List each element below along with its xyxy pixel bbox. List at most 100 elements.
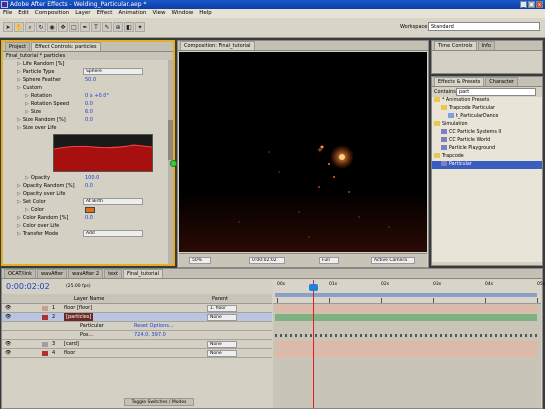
timeline-tab[interactable]: OCAT/link bbox=[4, 269, 37, 278]
expand-triangle-icon[interactable]: ▷ bbox=[17, 85, 21, 91]
pen-tool-icon[interactable]: ✒ bbox=[80, 22, 90, 32]
eye-icon[interactable]: 👁 bbox=[5, 304, 11, 312]
effect-property-value[interactable]: 0 x +0.0° bbox=[85, 92, 109, 100]
expand-triangle-icon[interactable]: ▷ bbox=[17, 125, 21, 131]
layer-label-color[interactable] bbox=[42, 351, 48, 356]
expand-triangle-icon[interactable]: ▷ bbox=[17, 223, 21, 229]
keyframe-track[interactable] bbox=[275, 334, 537, 337]
menu-composition[interactable]: Composition bbox=[35, 9, 69, 18]
close-button[interactable]: x bbox=[536, 1, 543, 8]
expand-triangle-icon[interactable]: ▷ bbox=[17, 117, 21, 123]
timeline-tab[interactable]: wavAfter 2 bbox=[68, 269, 104, 278]
timeline-tab[interactable]: wavAfter bbox=[37, 269, 68, 278]
column-layer-name[interactable]: Layer Name bbox=[74, 294, 104, 304]
zoom-select[interactable]: 50% bbox=[189, 257, 211, 264]
effect-property-row[interactable]: ▷ Set Color At Birth bbox=[3, 198, 173, 206]
effect-property-dropdown[interactable]: At Birth bbox=[83, 198, 143, 205]
menu-help[interactable]: Help bbox=[199, 9, 212, 18]
layer-name[interactable]: Particular bbox=[80, 322, 104, 330]
effect-property-value[interactable]: 0.0 bbox=[85, 116, 93, 124]
expand-triangle-icon[interactable]: ▷ bbox=[17, 77, 21, 83]
effect-property-row[interactable]: ▷ Size Random [%] 0.0 bbox=[3, 116, 173, 124]
effect-property-row[interactable]: ▷ Transfer Mode Add bbox=[3, 230, 173, 238]
effect-property-row[interactable]: ▷ Life Random [%] bbox=[3, 60, 173, 68]
effect-property-row[interactable]: ▷ Color bbox=[3, 206, 173, 214]
menu-layer[interactable]: Layer bbox=[75, 9, 90, 18]
expand-triangle-icon[interactable]: ▷ bbox=[17, 231, 21, 237]
tab-project[interactable]: Project bbox=[5, 42, 31, 51]
effect-property-dropdown[interactable]: Sphere bbox=[83, 68, 143, 75]
time-display[interactable]: 0:00:02:02 bbox=[249, 257, 285, 264]
tab-time-controls[interactable]: Time Controls bbox=[434, 41, 477, 50]
effect-property-value[interactable]: 100.0 bbox=[85, 174, 99, 182]
menu-view[interactable]: View bbox=[152, 9, 165, 18]
expand-triangle-icon[interactable]: ▷ bbox=[25, 109, 29, 115]
effect-property-row[interactable]: ▷ Rotation Speed 0.0 bbox=[3, 100, 173, 108]
layer-label-color[interactable] bbox=[42, 342, 48, 347]
expand-triangle-icon[interactable]: ▷ bbox=[17, 183, 21, 189]
effects-tree-item[interactable]: Particular bbox=[432, 161, 542, 169]
effect-property-row[interactable]: ▷ Custom bbox=[3, 84, 173, 92]
composition-viewer[interactable]: + bbox=[179, 52, 427, 252]
size-over-life-graph[interactable] bbox=[53, 134, 153, 172]
color-swatch[interactable] bbox=[85, 207, 95, 213]
timeline-layer-row[interactable]: 👁 3 [card] None bbox=[2, 340, 272, 349]
effects-tree-item[interactable]: t_ParticularDance bbox=[432, 113, 542, 121]
effect-property-row[interactable]: ▷ Color over Life bbox=[3, 222, 173, 230]
menu-animation[interactable]: Animation bbox=[118, 9, 146, 18]
layer-label-color[interactable] bbox=[42, 315, 48, 320]
layer-parent-select[interactable]: 1. floor bbox=[207, 305, 237, 312]
effects-tree-item[interactable]: Particle Playground bbox=[432, 145, 542, 153]
effect-property-row[interactable]: ▷ Size 6.0 bbox=[3, 108, 173, 116]
timeline-layer-row[interactable]: Particular Reset Options... bbox=[2, 322, 272, 331]
menu-effect[interactable]: Effect bbox=[97, 9, 113, 18]
eye-icon[interactable]: 👁 bbox=[5, 349, 11, 357]
effects-tree-item[interactable]: Simulation bbox=[432, 121, 542, 129]
effect-property-row[interactable]: ▷ Opacity 100.0 bbox=[3, 174, 173, 182]
layer-parent-select[interactable]: None bbox=[207, 314, 237, 321]
selection-tool-icon[interactable]: ➤ bbox=[3, 22, 13, 32]
layer-extra[interactable]: Reset Options... bbox=[134, 322, 174, 330]
column-parent[interactable]: Parent bbox=[212, 294, 228, 304]
work-area-bar[interactable] bbox=[275, 293, 537, 297]
effect-property-dropdown[interactable]: Add bbox=[83, 230, 143, 237]
zoom-tool-icon[interactable]: ⌕ bbox=[25, 22, 35, 32]
eraser-tool-icon[interactable]: ◧ bbox=[124, 22, 134, 32]
toggle-switches-modes-button[interactable]: Toggle Switches / Modes bbox=[124, 398, 194, 406]
resolution-select[interactable]: Full bbox=[319, 257, 339, 264]
tab-info[interactable]: Info bbox=[477, 41, 495, 50]
timeline-layer-row[interactable]: Pos... 724.0, 397.0 bbox=[2, 331, 272, 340]
playhead-handle[interactable] bbox=[309, 284, 318, 291]
timeline-tab[interactable]: Final_tutorial bbox=[122, 269, 164, 278]
effect-property-row[interactable]: ▷ Sphere Feather 50.0 bbox=[3, 76, 173, 84]
effects-tree-item[interactable]: Trapcode Particular bbox=[432, 105, 542, 113]
effects-tree-item[interactable]: Trapcode bbox=[432, 153, 542, 161]
puppet-tool-icon[interactable]: ✦ bbox=[135, 22, 145, 32]
expand-triangle-icon[interactable]: ▷ bbox=[17, 215, 21, 221]
mask-tool-icon[interactable]: □ bbox=[69, 22, 79, 32]
effect-property-value[interactable]: 50.0 bbox=[85, 76, 96, 84]
maximize-button[interactable]: □ bbox=[528, 1, 535, 8]
layer-duration-bar[interactable] bbox=[275, 341, 537, 348]
effects-tree-item[interactable]: * Animation Presets bbox=[432, 97, 542, 105]
timeline-layer-row[interactable]: 👁 1 floor [floor] 1. floor bbox=[2, 304, 272, 313]
scrollbar-thumb[interactable] bbox=[168, 120, 173, 160]
tab-character[interactable]: Character bbox=[485, 77, 518, 86]
tab-composition[interactable]: Composition: Final_tutorial bbox=[180, 41, 255, 50]
effects-search-input[interactable]: part bbox=[456, 88, 536, 96]
hand-tool-icon[interactable]: ✋ bbox=[14, 22, 24, 32]
layer-label-color[interactable] bbox=[42, 306, 48, 311]
effect-property-value[interactable]: 0.0 bbox=[85, 100, 93, 108]
timeline-timecode[interactable]: 0:00:02:02 bbox=[6, 282, 50, 291]
effect-property-row[interactable]: ▷ Color Random [%] 0.0 bbox=[3, 214, 173, 222]
expand-triangle-icon[interactable]: ▷ bbox=[17, 61, 21, 67]
layer-duration-bar[interactable] bbox=[275, 314, 537, 321]
eye-icon[interactable]: 👁 bbox=[5, 340, 11, 348]
current-time-indicator[interactable] bbox=[313, 280, 314, 408]
timeline-tab[interactable]: text bbox=[104, 269, 122, 278]
timeline-layer-row[interactable]: 👁 4 floor None bbox=[2, 349, 272, 358]
layer-duration-bar[interactable] bbox=[275, 350, 537, 357]
clone-tool-icon[interactable]: ⊕ bbox=[113, 22, 123, 32]
pan-behind-tool-icon[interactable]: ✥ bbox=[58, 22, 68, 32]
layer-extra[interactable]: 724.0, 397.0 bbox=[134, 331, 166, 339]
